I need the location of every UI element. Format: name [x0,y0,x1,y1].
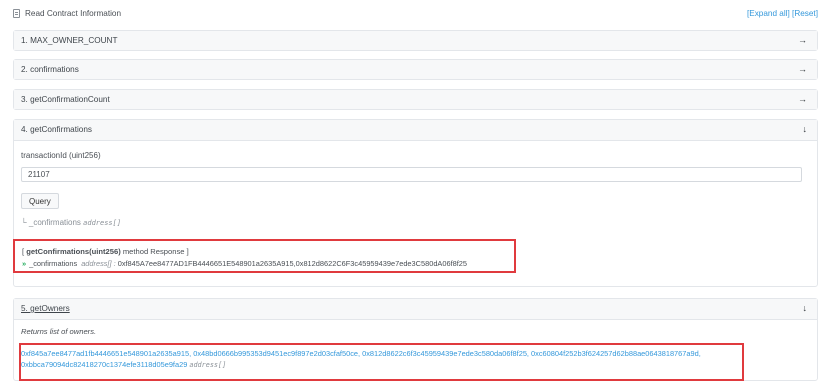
query-button[interactable]: Query [21,193,59,209]
function-header-get-owners[interactable]: 5. getOwners ↓ [14,299,817,320]
response-value: 0xf845A7ee8477AD1FB4446651E548901a2635A9… [117,259,468,268]
response-header: [ getConfirmations(uint256) method Respo… [22,247,189,256]
owners-address-5[interactable]: 0xbbca79094dc82418270c1374efe3118d05e9fa… [21,360,187,369]
read-contract-title: Read Contract Information [13,9,121,18]
function-label[interactable]: 5. getOwners [21,304,70,313]
expand-all-link[interactable]: [Expand all] [747,9,790,18]
arrow-right-icon[interactable]: → [798,94,807,104]
function-card-get-confirmation-count: 3. getConfirmationCount → [13,89,818,110]
arrow-down-icon[interactable]: ↓ [803,303,808,313]
output-hint-name: └ _confirmations [21,218,84,227]
function-card-max-owner-count: 1. MAX_OWNER_COUNT → [13,30,818,51]
owners-list: 0xf845a7ee8477ad1fb4446651e548901a2635a9… [21,348,781,371]
arrow-down-icon[interactable]: ↓ [803,124,808,134]
output-hint-type: address[] [83,219,122,227]
param-label-transaction-id: transactionId (uint256) [21,151,101,160]
read-contract-header: Read Contract Information [Expand all] [… [13,8,818,22]
function-body-get-owners: Returns list of owners. 0xf845a7ee8477ad… [14,320,817,381]
document-icon [13,9,20,18]
function-label: 4. getConfirmations [21,125,92,134]
function-header-get-confirmation-count[interactable]: 3. getConfirmationCount → [14,90,817,109]
chevron-double-right-icon: » [22,259,27,268]
function-card-get-owners: 5. getOwners ↓ Returns list of owners. 0… [13,298,818,381]
function-card-confirmations: 2. confirmations → [13,59,818,80]
response-name: _confirmations [29,259,78,268]
response-method: getConfirmations(uint256) [26,247,121,256]
owners-line-2: 0xbbca79094dc82418270c1374efe3118d05e9fa… [21,359,781,371]
response-header-suffix: method Response ] [120,247,189,256]
function-description: Returns list of owners. [21,327,97,336]
reset-link[interactable]: [Reset] [792,9,818,18]
output-hint: └ _confirmations address[] [21,218,121,227]
header-links: [Expand all] [Reset] [747,9,818,18]
arrow-right-icon[interactable]: → [798,35,807,45]
arrow-right-icon[interactable]: → [798,64,807,74]
function-body-get-confirmations: transactionId (uint256) Query └ _confirm… [13,141,817,286]
function-label: 3. getConfirmationCount [21,95,110,104]
owners-line-1[interactable]: 0xf845a7ee8477ad1fb4446651e548901a2635a9… [21,348,781,359]
transaction-id-input[interactable] [21,167,802,182]
function-label: 1. MAX_OWNER_COUNT [21,36,118,45]
read-contract-title-text: Read Contract Information [25,9,122,18]
function-header-get-confirmations[interactable]: 4. getConfirmations ↓ [14,120,817,141]
response-value-line: » _confirmations address[] :0xf845A7ee8477… [22,259,467,268]
function-header-confirmations[interactable]: 2. confirmations → [14,60,817,79]
owners-type: address[] [189,361,227,369]
function-label: 2. confirmations [21,65,79,74]
response-type: address[] : [81,259,116,268]
function-card-get-confirmations: 4. getConfirmations ↓ transactionId (uin… [13,119,818,287]
function-header-max-owner-count[interactable]: 1. MAX_OWNER_COUNT → [14,31,817,50]
